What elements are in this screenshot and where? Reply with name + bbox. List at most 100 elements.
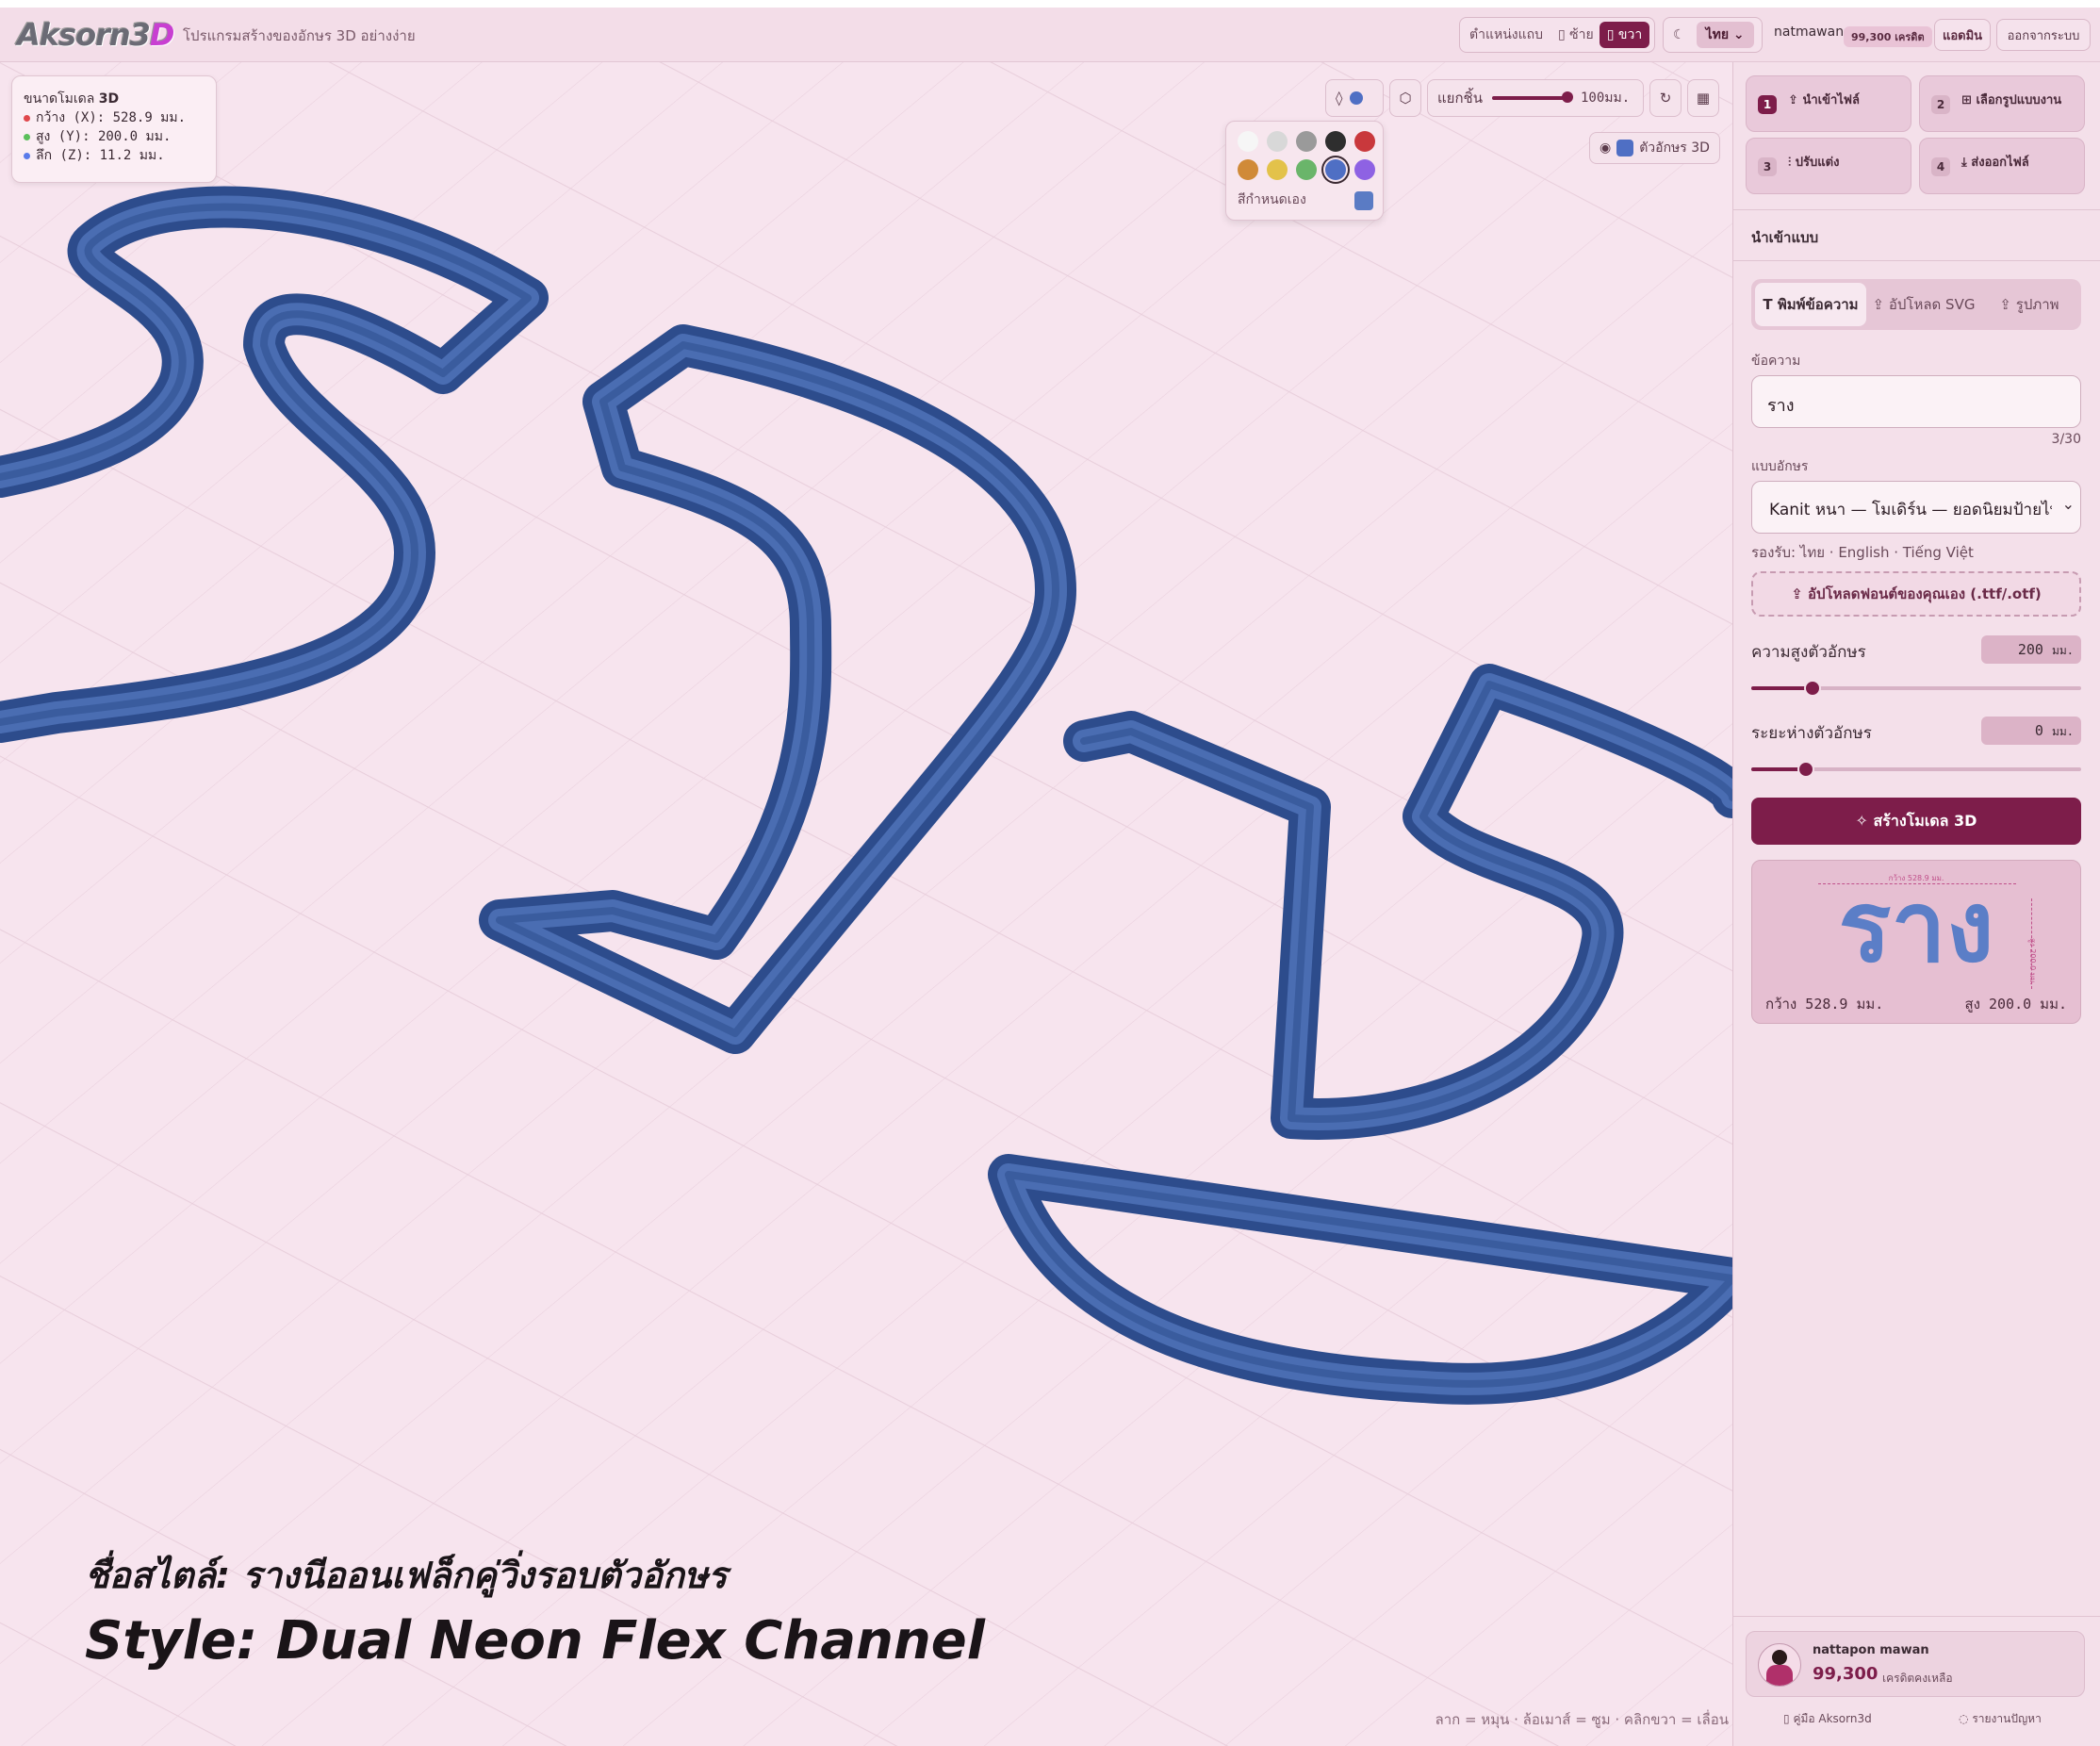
model-dimensions-panel: ขนาดโมเดล 3D กว้าง (X): 528.9 มม. สูง (Y…: [11, 75, 217, 183]
style-caption-thai: ชื่อสไตล์: รางนีออนเฟล็กคู่วิ่งรอบตัวอัก…: [85, 1555, 728, 1596]
custom-color-input[interactable]: [1354, 191, 1373, 210]
model-render: [0, 62, 1732, 1746]
sidebar-position-group: ตำแหน่งแถบ ▯ ซ้าย ▯ ขวา: [1459, 17, 1655, 53]
divider: [1732, 209, 2100, 210]
text3d-color-chip: [1616, 140, 1634, 156]
y-axis-dot: [24, 133, 30, 140]
color-swatch[interactable]: [1325, 131, 1346, 152]
color-swatch[interactable]: [1296, 159, 1317, 180]
color-picker-button[interactable]: ◊: [1325, 79, 1384, 117]
spacing-slider[interactable]: [1751, 761, 2081, 778]
step-import[interactable]: 1 ⇪ นำเข้าไฟล์: [1746, 75, 1911, 132]
generate-3d-button[interactable]: ✧ สร้างโมเดล 3D: [1751, 798, 2081, 845]
x-axis-dot: [24, 114, 30, 122]
user-credits: 99,300: [1813, 1664, 1879, 1684]
cube-icon: ⬡: [1399, 90, 1412, 107]
tab-image[interactable]: ⇪ รูปภาพ: [1981, 283, 2077, 326]
material-button[interactable]: ⬡: [1389, 79, 1421, 117]
dark-mode-toggle[interactable]: ☾: [1667, 22, 1691, 48]
app-logo[interactable]: Aksorn3D: [17, 17, 174, 53]
grid-toggle-button[interactable]: ▦: [1687, 79, 1719, 117]
font-label: แบบอักษร: [1751, 459, 1809, 474]
user-card[interactable]: nattapon mawan 99,300 เครดิตคงเหลือ: [1746, 1631, 2085, 1697]
explode-value: 100มม.: [1580, 91, 1631, 106]
sidebar-right-button[interactable]: ▯ ขวา: [1599, 22, 1650, 48]
dimension-height: สูง (Y): 200.0 มม.: [24, 127, 205, 146]
color-swatch[interactable]: [1325, 159, 1346, 180]
color-swatch[interactable]: [1267, 131, 1288, 152]
upload-icon: ⇪: [1999, 296, 2011, 313]
dimension-width: กว้าง (X): 528.9 มม.: [24, 108, 205, 127]
upload-icon: ⇪: [1791, 585, 1803, 602]
viewport-3d[interactable]: [0, 62, 1732, 1746]
current-color-dot: [1350, 91, 1364, 105]
preview-width: กว้าง 528.9 มม.: [1765, 996, 1884, 1013]
z-axis-dot: [24, 152, 30, 159]
username: natmawan: [1774, 25, 1845, 40]
custom-color-label: สีกำหนดเอง: [1238, 192, 1306, 207]
divider: [1732, 260, 2100, 261]
sliders-icon: ⫶: [1788, 156, 1792, 170]
color-swatch[interactable]: [1238, 131, 1258, 152]
explode-slider-fill: [1491, 96, 1568, 100]
preview-text: ราง: [1838, 869, 1994, 984]
step-adjust[interactable]: 3 ⫶ ปรับแต่ง: [1746, 138, 1911, 194]
color-swatch[interactable]: [1354, 131, 1375, 152]
color-swatch[interactable]: [1267, 159, 1288, 180]
layout-grid-icon: ⊞: [1961, 93, 1972, 107]
text3d-visibility-toggle[interactable]: ◉ ตัวอักษร 3D: [1589, 132, 1720, 164]
upload-icon: ⇪: [1788, 93, 1798, 107]
color-swatch[interactable]: [1354, 159, 1375, 180]
refresh-icon: ↻: [1659, 90, 1672, 107]
height-slider[interactable]: [1751, 680, 2081, 697]
chat-icon: ◌: [1959, 1712, 1969, 1725]
upload-icon: ⇪: [1872, 296, 1885, 313]
color-swatch[interactable]: [1238, 159, 1258, 180]
moon-icon: ☾: [1673, 27, 1685, 42]
char-counter: 3/30: [2051, 432, 2081, 447]
preview-side-dim: สูง 200.0 มม.: [2028, 938, 2037, 985]
height-slider-knob[interactable]: [1804, 680, 1821, 697]
reset-view-button[interactable]: ↻: [1649, 79, 1682, 117]
download-icon: ⤓: [1961, 156, 1967, 170]
height-value-input[interactable]: 200 มม.: [1981, 635, 2081, 664]
avatar: [1758, 1643, 1801, 1687]
explode-slider-knob[interactable]: [1561, 91, 1573, 103]
report-link[interactable]: ◌ รายงานปัญหา: [1959, 1710, 2042, 1728]
tab-upload-svg[interactable]: ⇪ อัปโหลด SVG: [1868, 283, 1979, 326]
tab-type-text[interactable]: T พิมพ์ข้อความ: [1755, 283, 1866, 326]
manual-link[interactable]: ▯ คู่มือ Aksorn3d: [1783, 1710, 1872, 1728]
app-tagline: โปรแกรมสร้างของอักษร 3D อย่างง่าย: [183, 27, 416, 44]
text-preview: กว้าง 528.9 มม. ราง สูง 200.0 มม. กว้าง …: [1751, 860, 2081, 1024]
eye-icon: ◉: [1600, 140, 1612, 156]
credits-chip: 99,300 เครดิต: [1844, 26, 1932, 47]
user-name: nattapon mawan: [1813, 1643, 1929, 1657]
text-input[interactable]: ราง: [1751, 375, 2081, 428]
sidebar-left-button[interactable]: ▯ ซ้าย: [1552, 22, 1600, 48]
window-top-strip: [0, 0, 2100, 8]
divider: [1732, 1616, 2100, 1617]
upload-font-button[interactable]: ⇪ อัปโหลดฟอนต์ของคุณเอง (.ttf/.otf): [1751, 571, 2081, 617]
language-select[interactable]: ไทย ⌄: [1696, 22, 1754, 48]
navigation-hint: ลาก = หมุน · ล้อเมาส์ = ซูม · คลิกขวา = …: [1435, 1711, 1730, 1728]
color-palette-popover: สีกำหนดเอง: [1225, 121, 1384, 221]
spacing-slider-fill: [1751, 767, 1804, 771]
color-swatch[interactable]: [1296, 131, 1317, 152]
step-choose-style[interactable]: 2 ⊞ เลือกรูปแบบงาน: [1919, 75, 2085, 132]
panel-right-icon: ▯: [1606, 27, 1615, 42]
admin-button[interactable]: แอดมิน: [1934, 19, 1991, 51]
dimension-depth: ลึก (Z): 11.2 มม.: [24, 146, 205, 165]
section-title: นำเข้าแบบ: [1751, 229, 1819, 246]
sidebar-position-label: ตำแหน่งแถบ: [1469, 27, 1543, 42]
logout-button[interactable]: ออกจากระบบ: [1996, 19, 2091, 51]
spacing-value-input[interactable]: 0 มม.: [1981, 717, 2081, 745]
font-select[interactable]: Kanit หนา — โมเดิร์น — ยอดนิยมป้ายไทย ⌄: [1751, 481, 2081, 534]
dimensions-title: ขนาดโมเดล 3D: [24, 91, 120, 107]
spacing-label: ระยะห่างตัวอักษร: [1751, 724, 1872, 743]
explode-slider[interactable]: [1491, 91, 1573, 103]
text-label: ข้อความ: [1751, 354, 1801, 369]
spacing-slider-knob[interactable]: [1797, 761, 1814, 778]
grid-icon: ▦: [1696, 90, 1711, 107]
style-caption-english: Style: Dual Neon Flex Channel: [85, 1610, 985, 1672]
step-export[interactable]: 4 ⤓ ส่งออกไฟล์: [1919, 138, 2085, 194]
